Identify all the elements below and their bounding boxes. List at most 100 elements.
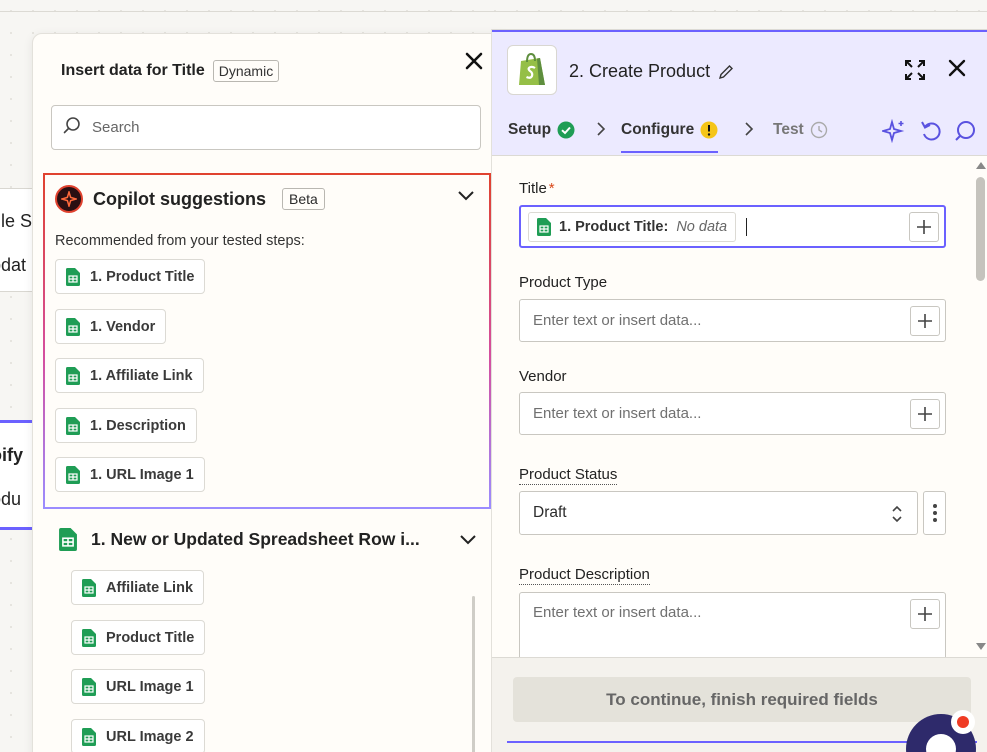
tab-label: Setup — [508, 121, 552, 138]
token-name: 1. Product Title: — [559, 218, 669, 235]
notification-dot-icon — [951, 710, 975, 734]
chevron-right-icon — [596, 122, 606, 140]
search-input[interactable] — [92, 119, 452, 136]
product-status-label: Product Status — [519, 466, 618, 485]
continue-button[interactable]: To continue, finish required fields — [513, 677, 971, 722]
vendor-input[interactable] — [533, 405, 893, 422]
insert-panel-title: Insert data for Title — [61, 62, 205, 79]
tab-configure[interactable]: Configure — [621, 121, 719, 153]
tab-test[interactable]: Test — [773, 121, 828, 139]
data-token[interactable]: 1. Product Title: No data — [528, 211, 737, 242]
field-chip[interactable]: Product Title — [71, 620, 206, 655]
product-type-input[interactable] — [533, 312, 893, 329]
field-label: Product Title — [106, 629, 195, 646]
search-icon — [62, 115, 82, 140]
field-chip[interactable]: Affiliate Link — [71, 570, 205, 605]
required-asterisk: * — [548, 180, 555, 197]
google-sheets-icon — [66, 465, 80, 484]
search-field[interactable] — [51, 105, 481, 150]
insert-data-button[interactable] — [910, 599, 940, 629]
insert-data-button[interactable] — [910, 306, 940, 336]
suggestion-chip[interactable]: 1. Vendor — [55, 309, 167, 344]
node-event-label: odu — [0, 489, 22, 509]
field-chip[interactable]: URL Image 1 — [71, 669, 205, 704]
product-type-field[interactable] — [519, 299, 946, 342]
insert-panel-header: Insert data for Title Dynamic — [61, 60, 280, 82]
close-icon[interactable] — [947, 58, 967, 83]
step-section-title: 1. New or Updated Spreadsheet Row i... — [91, 529, 420, 549]
copilot-header[interactable]: Copilot suggestions Beta — [55, 185, 325, 213]
product-type-label: Product Type — [519, 274, 608, 291]
vendor-label: Vendor — [519, 368, 567, 385]
chevron-right-icon — [744, 122, 754, 140]
suggestion-label: 1. URL Image 1 — [90, 466, 194, 483]
selected-value: Draft — [533, 504, 567, 521]
step-section-header[interactable]: 1. New or Updated Spreadsheet Row i... — [59, 528, 420, 551]
chevron-down-icon[interactable] — [459, 533, 477, 551]
ai-sparkle-icon[interactable] — [879, 118, 906, 148]
scrollbar-thumb[interactable] — [976, 177, 985, 281]
google-sheets-icon — [66, 267, 80, 286]
product-description-label: Product Description — [519, 566, 650, 585]
close-icon[interactable] — [465, 48, 483, 74]
warning-icon — [700, 121, 718, 139]
top-divider — [0, 11, 987, 12]
plus-icon — [917, 220, 931, 234]
google-sheets-icon — [66, 416, 80, 435]
node-event-label: pdat — [0, 255, 27, 275]
plus-icon — [918, 314, 932, 328]
beta-badge: Beta — [282, 188, 325, 210]
title-input[interactable]: 1. Product Title: No data — [519, 205, 946, 248]
field-chip[interactable]: URL Image 2 — [71, 719, 205, 752]
copilot-sparkle-icon — [55, 185, 83, 213]
tab-label: Test — [773, 121, 804, 138]
google-sheets-icon — [66, 317, 80, 336]
comment-icon[interactable] — [953, 119, 977, 148]
product-status-select[interactable]: Draft — [519, 491, 918, 535]
title-field-label: Title * — [519, 180, 555, 197]
plus-icon — [918, 407, 932, 421]
more-options-button[interactable] — [923, 491, 946, 535]
copilot-subtitle: Recommended from your tested steps: — [55, 233, 305, 249]
google-sheets-icon — [82, 578, 96, 597]
product-description-field[interactable] — [519, 592, 946, 662]
vendor-field[interactable] — [519, 392, 946, 435]
scroll-up-arrow-icon[interactable] — [975, 160, 987, 170]
step-title[interactable]: 2. Create Product — [569, 61, 734, 82]
step-tabs: Setup Configure Test — [492, 106, 987, 156]
token-value: No data — [676, 218, 728, 235]
text-cursor — [746, 217, 748, 236]
suggestion-label: 1. Vendor — [90, 318, 156, 335]
insert-data-button[interactable] — [910, 399, 940, 429]
product-description-input[interactable] — [533, 604, 893, 644]
timer-icon — [810, 121, 827, 139]
node-app-label: gle S — [0, 211, 33, 231]
pencil-icon[interactable] — [718, 64, 734, 80]
suggestion-chip[interactable]: 1. Product Title — [55, 259, 206, 294]
expand-icon[interactable] — [903, 58, 927, 87]
shopify-logo-icon — [507, 45, 557, 95]
suggestion-chip[interactable]: 1. Affiliate Link — [55, 358, 204, 393]
refresh-icon[interactable] — [919, 119, 943, 148]
field-label: URL Image 1 — [106, 678, 194, 695]
dynamic-badge: Dynamic — [212, 60, 280, 82]
suggestion-chip[interactable]: 1. URL Image 1 — [55, 457, 205, 492]
scroll-down-arrow-icon[interactable] — [975, 642, 987, 652]
chevron-down-icon[interactable] — [457, 189, 475, 207]
node-app-label: oify — [0, 445, 24, 465]
field-label: URL Image 2 — [106, 728, 194, 745]
insert-data-panel: Insert data for Title Dynamic Copilot su… — [32, 33, 506, 752]
list-scrollbar[interactable] — [472, 596, 475, 752]
copilot-suggestions-section: Copilot suggestions Beta Recommended fro… — [43, 173, 491, 509]
step-config-panel: 2. Create Product Setup Configure Test T… — [491, 29, 987, 752]
field-label: Affiliate Link — [106, 579, 194, 596]
insert-data-button[interactable] — [909, 212, 939, 242]
google-sheets-icon — [82, 727, 96, 746]
suggestion-label: 1. Description — [90, 417, 186, 434]
tab-setup[interactable]: Setup — [508, 121, 575, 139]
plus-icon — [918, 607, 932, 621]
config-scrollbar[interactable] — [975, 160, 987, 660]
suggestion-label: 1. Affiliate Link — [90, 367, 193, 384]
suggestion-chip[interactable]: 1. Description — [55, 408, 197, 443]
check-circle-icon — [557, 121, 575, 139]
